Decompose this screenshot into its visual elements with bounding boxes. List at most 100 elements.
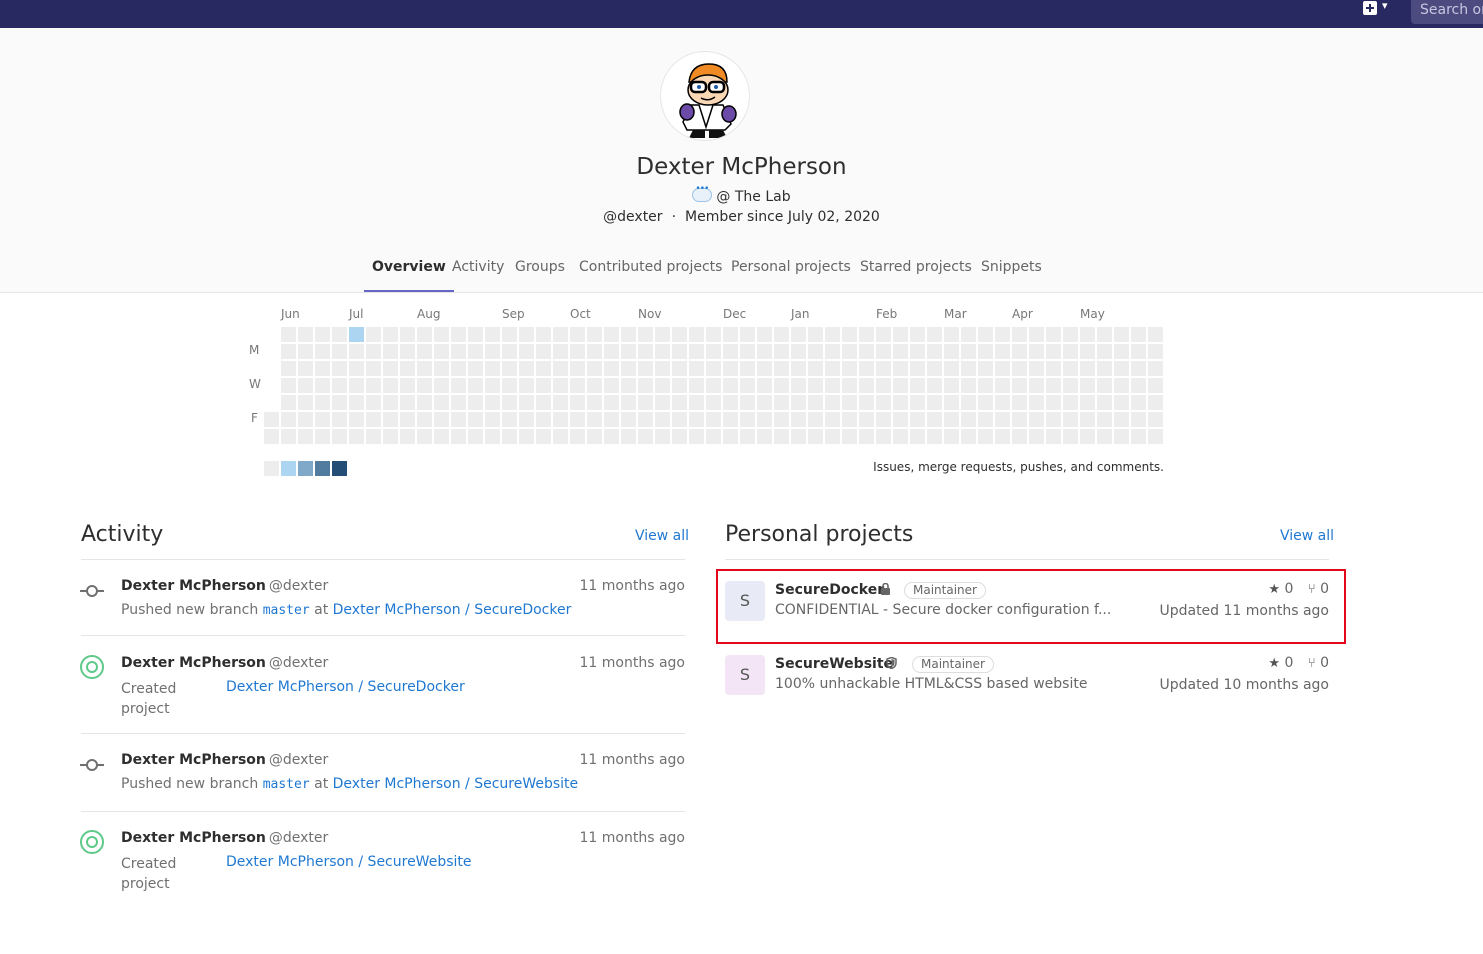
calendar-day-cell[interactable] [978,361,993,376]
calendar-day-cell[interactable] [1080,361,1095,376]
calendar-day-cell[interactable] [536,378,551,393]
calendar-day-cell[interactable] [808,378,823,393]
calendar-day-cell[interactable] [706,344,721,359]
calendar-day-cell[interactable] [842,412,857,427]
calendar-day-cell[interactable] [1046,361,1061,376]
calendar-day-cell[interactable] [1148,361,1163,376]
calendar-day-cell[interactable] [757,395,772,410]
calendar-day-cell[interactable] [961,395,976,410]
calendar-day-cell[interactable] [1063,429,1078,444]
calendar-day-cell[interactable] [1114,344,1129,359]
calendar-day-cell[interactable] [655,412,670,427]
calendar-day-cell[interactable] [825,344,840,359]
calendar-day-cell[interactable] [825,361,840,376]
projects-view-all-link[interactable]: View all [1280,528,1334,544]
calendar-day-cell[interactable] [808,327,823,342]
calendar-day-cell[interactable] [927,429,942,444]
calendar-day-cell[interactable] [672,429,687,444]
calendar-day-cell[interactable] [723,395,738,410]
calendar-day-cell[interactable] [791,344,806,359]
calendar-day-cell[interactable] [587,327,602,342]
calendar-day-cell[interactable] [638,395,653,410]
calendar-day-cell[interactable] [723,378,738,393]
calendar-day-cell[interactable] [519,327,534,342]
calendar-day-cell[interactable] [825,395,840,410]
calendar-day-cell[interactable] [451,344,466,359]
calendar-day-cell[interactable] [740,361,755,376]
calendar-day-cell[interactable] [485,361,500,376]
calendar-day-cell[interactable] [553,361,568,376]
calendar-day-cell[interactable] [1148,327,1163,342]
calendar-day-cell[interactable] [1131,344,1146,359]
calendar-day-cell[interactable] [332,429,347,444]
calendar-day-cell[interactable] [451,429,466,444]
calendar-day-cell[interactable] [298,395,313,410]
star-count[interactable]: 0 [1284,655,1293,671]
calendar-day-cell[interactable] [1012,395,1027,410]
calendar-day-cell[interactable] [1063,327,1078,342]
calendar-day-cell[interactable] [655,361,670,376]
calendar-day-cell[interactable] [519,361,534,376]
calendar-day-cell[interactable] [298,412,313,427]
calendar-day-cell[interactable] [774,412,789,427]
calendar-day-cell[interactable] [774,361,789,376]
calendar-day-cell[interactable] [1029,378,1044,393]
calendar-day-cell[interactable] [366,361,381,376]
calendar-day-cell[interactable] [281,429,296,444]
calendar-day-cell[interactable] [1114,395,1129,410]
calendar-day-cell[interactable] [1046,378,1061,393]
calendar-day-cell[interactable] [621,361,636,376]
calendar-day-cell[interactable] [961,327,976,342]
calendar-day-cell[interactable] [417,429,432,444]
calendar-day-cell[interactable] [519,395,534,410]
event-author[interactable]: Dexter McPherson @dexter [121,752,328,768]
calendar-day-cell[interactable] [774,395,789,410]
tab-contributed-projects[interactable]: Contributed projects [579,257,722,292]
calendar-day-cell[interactable] [1148,429,1163,444]
calendar-day-cell[interactable] [1148,395,1163,410]
calendar-day-cell[interactable] [927,412,942,427]
calendar-day-cell[interactable] [451,327,466,342]
calendar-day-cell[interactable] [689,395,704,410]
calendar-day-cell[interactable] [1012,361,1027,376]
calendar-day-cell[interactable] [519,412,534,427]
calendar-day-cell[interactable] [383,395,398,410]
calendar-day-cell[interactable] [383,412,398,427]
calendar-day-cell[interactable] [332,412,347,427]
calendar-day-cell[interactable] [536,412,551,427]
tab-personal-projects[interactable]: Personal projects [731,257,851,292]
calendar-day-cell[interactable] [349,429,364,444]
calendar-day-cell[interactable] [400,429,415,444]
calendar-day-cell[interactable] [927,378,942,393]
calendar-day-cell[interactable] [417,378,432,393]
calendar-day-cell[interactable] [910,361,925,376]
calendar-day-cell[interactable] [638,344,653,359]
calendar-day-cell[interactable] [638,327,653,342]
calendar-day-cell[interactable] [519,344,534,359]
calendar-day-cell[interactable] [893,429,908,444]
calendar-day-cell[interactable] [638,361,653,376]
calendar-day-cell[interactable] [281,378,296,393]
calendar-day-cell[interactable] [570,395,585,410]
calendar-day-cell[interactable] [876,378,891,393]
calendar-day-cell[interactable] [281,344,296,359]
calendar-day-cell[interactable] [944,429,959,444]
calendar-day-cell[interactable] [961,378,976,393]
calendar-day-cell[interactable] [740,429,755,444]
calendar-day-cell[interactable] [1029,412,1044,427]
star-icon[interactable]: ★ [1268,656,1280,671]
calendar-day-cell[interactable] [332,361,347,376]
calendar-day-cell[interactable] [417,395,432,410]
calendar-day-cell[interactable] [978,395,993,410]
calendar-day-cell[interactable] [808,412,823,427]
event-author-name[interactable]: Dexter McPherson [121,655,266,671]
calendar-day-cell[interactable] [332,344,347,359]
chevron-down-icon[interactable]: ▾ [1382,0,1388,12]
calendar-day-cell[interactable] [315,327,330,342]
event-author-name[interactable]: Dexter McPherson [121,578,266,594]
calendar-day-cell[interactable] [1114,429,1129,444]
calendar-day-cell[interactable] [910,378,925,393]
calendar-day-cell[interactable] [485,412,500,427]
branch-name[interactable]: master [263,603,310,618]
calendar-day-cell[interactable] [944,361,959,376]
